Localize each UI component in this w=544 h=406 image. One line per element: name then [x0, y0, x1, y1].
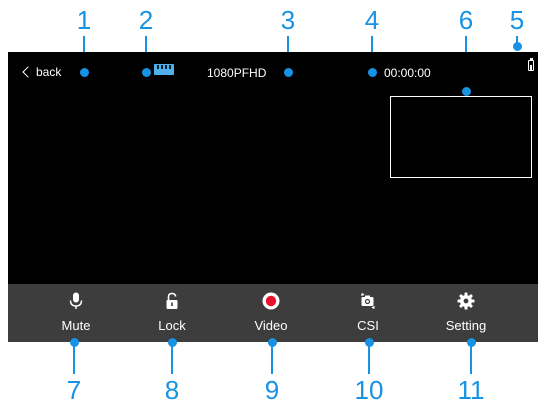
lock-icon [166, 292, 178, 309]
lock-button[interactable]: Lock [132, 284, 212, 342]
callout-dot-4 [367, 67, 377, 77]
setting-label: Setting [445, 318, 487, 333]
gear-icon [457, 292, 475, 310]
callout-number-1: 1 [76, 5, 92, 35]
video-label: Video [254, 318, 288, 333]
csi-button[interactable]: CSI [328, 284, 408, 342]
lock-label: Lock [158, 318, 186, 333]
record-icon [262, 292, 280, 310]
callout-dot-6 [461, 86, 471, 96]
callout-leader-8 [171, 342, 173, 374]
callout-number-4: 4 [364, 5, 380, 35]
csi-label: CSI [357, 318, 379, 333]
video-record-button[interactable]: Video [231, 284, 311, 342]
callout-dot-9 [267, 337, 277, 347]
back-label: back [36, 65, 62, 79]
sd-card-icon [154, 64, 174, 75]
callout-number-8: 8 [164, 375, 180, 405]
callout-number-7: 7 [66, 375, 82, 405]
callout-number-2: 2 [138, 5, 154, 35]
record-timer: 00:00:00 [384, 66, 431, 80]
resolution-label[interactable]: 1080PFHD [207, 66, 266, 80]
battery-icon [528, 58, 534, 71]
callout-dot-10 [364, 337, 374, 347]
callout-number-11: 11 [457, 375, 485, 405]
callout-number-10: 10 [354, 375, 384, 405]
callout-dot-5 [512, 41, 522, 51]
callout-number-5: 5 [509, 5, 525, 35]
callout-number-3: 3 [280, 5, 296, 35]
camera-switch-icon [361, 293, 375, 309]
microphone-icon [69, 292, 83, 309]
callout-dot-7 [69, 337, 79, 347]
callout-dot-1 [79, 67, 89, 77]
camera-preview-screen: back 1080PFHD 00:00:00 Mute Lock Video C… [8, 52, 538, 342]
bottom-toolbar: Mute Lock Video CSI Setting [8, 284, 538, 342]
mute-label: Mute [61, 318, 91, 333]
callout-leader-9 [271, 342, 273, 374]
callout-dot-2 [141, 67, 151, 77]
callout-dot-8 [167, 337, 177, 347]
callout-dot-3 [283, 67, 293, 77]
callout-leader-11 [470, 342, 472, 374]
callout-leader-7 [73, 342, 75, 374]
callout-dot-11 [466, 337, 476, 347]
callout-number-6: 6 [458, 5, 474, 35]
mute-button[interactable]: Mute [36, 284, 116, 342]
back-button[interactable]: back [22, 64, 61, 80]
picture-in-picture-window[interactable] [390, 96, 532, 178]
callout-number-9: 9 [264, 375, 280, 405]
setting-button[interactable]: Setting [426, 284, 506, 342]
chevron-left-icon [22, 66, 34, 78]
callout-leader-10 [368, 342, 370, 374]
